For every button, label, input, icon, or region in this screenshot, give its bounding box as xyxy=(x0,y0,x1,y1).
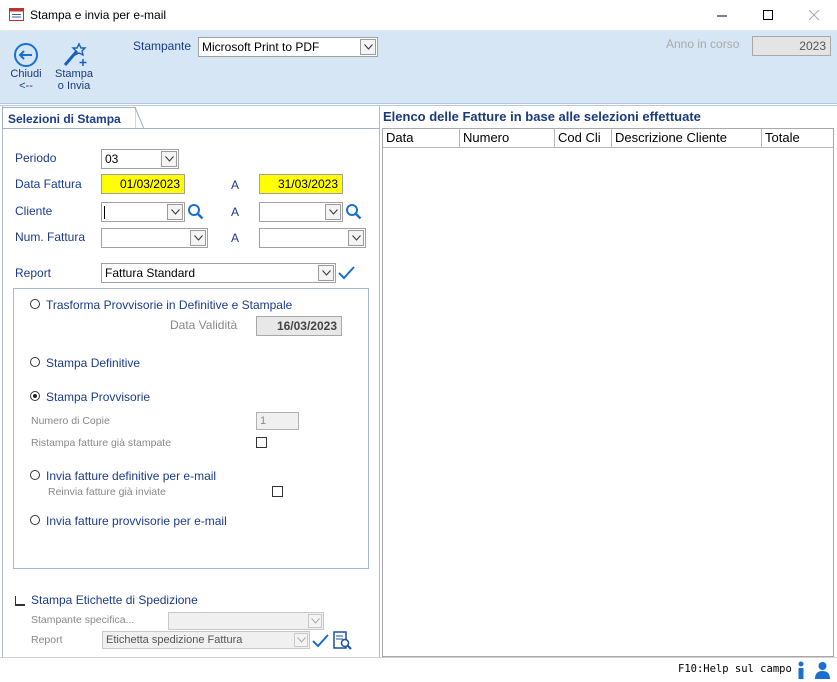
validity-field: 16/03/2023 xyxy=(256,316,342,336)
print-send-button[interactable]: Stampa o Invia xyxy=(52,42,96,92)
search-icon[interactable] xyxy=(187,203,204,220)
chevron-down-icon[interactable] xyxy=(167,204,183,220)
close-label-arrow: <-- xyxy=(19,80,33,92)
date-to-input[interactable]: 31/03/2023 xyxy=(259,174,343,194)
radio-transform[interactable] xyxy=(30,299,40,309)
copies-label: Numero di Copie xyxy=(31,415,110,427)
info-icon[interactable] xyxy=(795,661,807,680)
validity-label: Data Validità xyxy=(170,318,238,332)
checkmark-icon[interactable] xyxy=(338,265,355,281)
status-bar: F10:Help sul campo xyxy=(0,657,837,682)
column-header-number[interactable]: Numero xyxy=(460,129,555,147)
printer-label: Stampante xyxy=(133,39,192,53)
chevron-down-icon[interactable] xyxy=(308,614,322,628)
shipping-labels-checkbox[interactable] xyxy=(15,596,25,606)
customer-to-label: A xyxy=(231,205,240,219)
toolbar-bottom-line xyxy=(0,105,837,106)
chevron-down-icon[interactable] xyxy=(190,230,206,246)
print-label-2: o Invia xyxy=(57,80,91,92)
year-label: Anno in corso xyxy=(666,37,740,51)
date-from-input[interactable]: 01/03/2023 xyxy=(101,174,185,194)
minimize-button[interactable] xyxy=(699,0,745,31)
invoice-list-grid[interactable]: Data Numero Cod Cli Descrizione Cliente … xyxy=(382,128,834,657)
minimize-icon xyxy=(716,15,727,17)
chevron-down-icon[interactable] xyxy=(318,265,334,281)
invoice-to-select[interactable] xyxy=(259,228,366,248)
radio-email-provisional[interactable] xyxy=(30,515,40,525)
invoice-number-label: Num. Fattura xyxy=(15,230,86,244)
specific-printer-label: Stampante specifica... xyxy=(31,614,135,626)
invoice-list-title: Elenco delle Fatture in base alle selezi… xyxy=(383,109,701,124)
maximize-icon xyxy=(762,10,773,20)
title-bar: Stampa e invia per e-mail xyxy=(0,0,837,31)
shipping-labels-label: Stampa Etichette di Spedizione xyxy=(31,593,198,607)
report-value: Fattura Standard xyxy=(105,266,196,280)
option-definitive-label: Stampa Definitive xyxy=(46,356,141,370)
period-value: 03 xyxy=(105,152,119,166)
specific-printer-select[interactable] xyxy=(168,612,324,630)
close-icon xyxy=(808,10,819,21)
date-to-label: A xyxy=(231,178,240,192)
option-transform-label: Trasforma Provvisorie in Definitive e St… xyxy=(46,298,293,312)
help-text: F10:Help sul campo xyxy=(678,663,792,675)
chevron-down-icon[interactable] xyxy=(325,204,341,220)
chevron-down-icon[interactable] xyxy=(348,230,364,246)
window-title: Stampa e invia per e-mail xyxy=(30,8,167,22)
tab-corner xyxy=(135,107,145,129)
window-icon xyxy=(9,8,24,21)
option-provisional-label: Stampa Provvisorie xyxy=(46,390,151,404)
label-report-value: Etichetta spedizione Fattura xyxy=(106,634,243,646)
customer-from-select[interactable] xyxy=(101,202,185,222)
radio-definitive[interactable] xyxy=(30,357,40,367)
magic-wand-icon xyxy=(63,42,87,66)
search-icon[interactable] xyxy=(345,203,362,220)
option-email-provisional-label: Invia fatture provvisorie per e-mail xyxy=(46,514,227,528)
printer-select[interactable]: Microsoft Print to PDF xyxy=(198,37,378,57)
back-arrow-icon xyxy=(14,43,38,67)
toolbar: Chiudi <-- Stampa o Invia Stampante Micr… xyxy=(0,31,837,104)
print-label: Stampa xyxy=(55,68,93,80)
close-back-button[interactable]: Chiudi <-- xyxy=(6,42,46,92)
invoice-list-header: Data Numero Cod Cli Descrizione Cliente … xyxy=(383,129,833,148)
user-icon[interactable] xyxy=(814,661,831,680)
reprint-label: Ristampa fatture già stampate xyxy=(31,437,172,449)
label-report-select[interactable]: Etichetta spedizione Fattura xyxy=(102,631,310,649)
chevron-down-icon[interactable] xyxy=(161,151,177,167)
close-window-button[interactable] xyxy=(791,0,837,31)
invoice-from-select[interactable] xyxy=(101,228,208,248)
close-label: Chiudi xyxy=(10,68,42,80)
preview-document-icon[interactable] xyxy=(333,631,352,650)
column-header-customer-description[interactable]: Descrizione Cliente xyxy=(612,129,762,147)
copies-input[interactable]: 1 xyxy=(256,412,299,430)
column-header-total[interactable]: Totale xyxy=(762,129,833,147)
customer-to-select[interactable] xyxy=(259,202,343,222)
invoice-to-label: A xyxy=(231,231,240,245)
maximize-button[interactable] xyxy=(745,0,791,31)
year-field: 2023 xyxy=(752,36,831,56)
column-header-customer-code[interactable]: Cod Cli xyxy=(555,129,612,147)
radio-email-definitive[interactable] xyxy=(30,470,40,480)
date-label: Data Fattura xyxy=(15,177,82,191)
radio-provisional[interactable] xyxy=(30,391,40,401)
tab-selections[interactable]: Selezioni di Stampa xyxy=(2,107,136,129)
option-email-definitive-label: Invia fatture definitive per e-mail xyxy=(46,469,217,483)
resend-label: Reinvia fatture già inviate xyxy=(48,486,166,498)
period-select[interactable]: 03 xyxy=(101,149,179,169)
chevron-down-icon[interactable] xyxy=(294,633,308,647)
chevron-down-icon[interactable] xyxy=(360,39,376,55)
checkmark-icon[interactable] xyxy=(312,633,329,649)
period-label: Periodo xyxy=(15,151,57,165)
text-cursor xyxy=(104,206,105,219)
resend-checkbox[interactable] xyxy=(272,486,283,497)
column-header-date[interactable]: Data xyxy=(383,129,460,147)
report-label: Report xyxy=(15,266,52,280)
report-select[interactable]: Fattura Standard xyxy=(101,263,336,283)
tab-divider xyxy=(2,128,380,129)
customer-label: Cliente xyxy=(15,204,53,218)
reprint-checkbox[interactable] xyxy=(256,437,267,448)
label-report-label: Report xyxy=(31,634,63,646)
printer-value: Microsoft Print to PDF xyxy=(202,40,320,54)
